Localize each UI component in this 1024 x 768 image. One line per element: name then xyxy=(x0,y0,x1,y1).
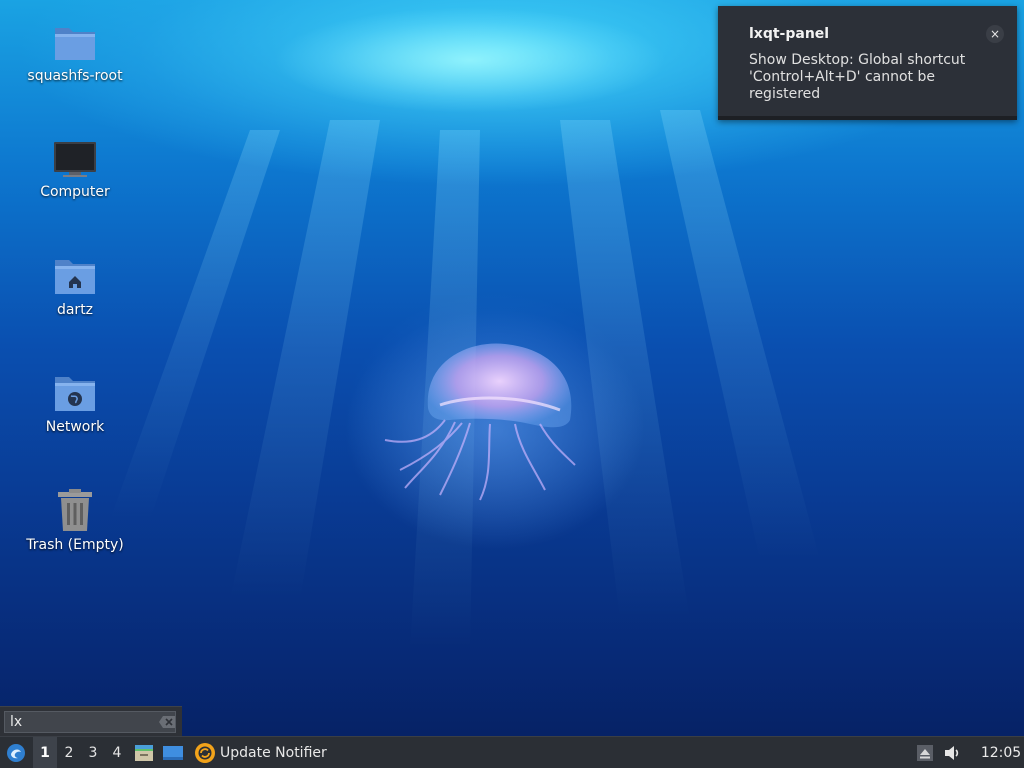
desktop-icon-computer[interactable]: Computer xyxy=(14,140,136,201)
clear-text-icon[interactable] xyxy=(159,716,175,728)
desktop-icon-label: Computer xyxy=(40,184,110,200)
workspace-4-button[interactable]: 4 xyxy=(105,737,129,768)
network-folder-icon xyxy=(55,377,95,411)
update-notifier-icon xyxy=(195,742,215,763)
notification-body: Show Desktop: Global shortcut 'Control+A… xyxy=(749,52,966,102)
workspace-3-button[interactable]: 3 xyxy=(81,737,105,768)
desktop-icon-network[interactable]: Network xyxy=(14,373,136,436)
jellyfish-image xyxy=(384,343,576,501)
desktop-icon-label: dartz xyxy=(56,302,94,318)
workspace-1-button[interactable]: 1 xyxy=(33,737,57,768)
close-icon[interactable]: × xyxy=(986,25,1004,43)
taskbar-task-update-notifier[interactable]: Update Notifier xyxy=(192,737,333,768)
show-desktop-icon xyxy=(163,745,183,760)
notification-popup[interactable]: lxqt-panel Show Desktop: Global shortcut… xyxy=(718,6,1017,120)
removable-media-icon xyxy=(917,744,933,761)
lxqt-menu-icon xyxy=(7,743,25,762)
volume-icon xyxy=(945,745,959,760)
main-menu-button[interactable] xyxy=(2,737,30,768)
clock[interactable]: 12:05 xyxy=(978,737,1024,768)
home-folder-icon xyxy=(55,260,95,294)
notification-title: lxqt-panel xyxy=(749,26,830,42)
task-label: Update Notifier xyxy=(220,744,327,761)
desktop: { "desktop": { "icons": [ {"label": "squ… xyxy=(0,0,1024,768)
desktop-icon-label: Network xyxy=(45,419,105,435)
desktop-icon-dartz[interactable]: dartz xyxy=(14,256,136,319)
file-manager-icon xyxy=(135,744,153,761)
search-input[interactable] xyxy=(4,711,176,733)
app-search-popup xyxy=(0,706,182,736)
file-manager-launcher[interactable] xyxy=(132,737,156,768)
desktop-icon-squashfs-root[interactable]: squashfs-root xyxy=(14,22,136,85)
desktop-icon-label: Trash (Empty) xyxy=(26,537,124,553)
desktop-icon-trash[interactable]: Trash (Empty) xyxy=(14,489,136,554)
computer-icon xyxy=(54,142,96,177)
removable-media-button[interactable] xyxy=(914,737,936,768)
taskbar: 1 2 3 4 Update Notifier 12:05 xyxy=(0,736,1024,768)
workspace-2-button[interactable]: 2 xyxy=(57,737,81,768)
volume-button[interactable] xyxy=(942,737,964,768)
desktop-icon-label: squashfs-root xyxy=(27,68,123,84)
folder-icon xyxy=(55,28,95,60)
trash-icon xyxy=(58,489,92,531)
show-desktop-button[interactable] xyxy=(160,737,186,768)
